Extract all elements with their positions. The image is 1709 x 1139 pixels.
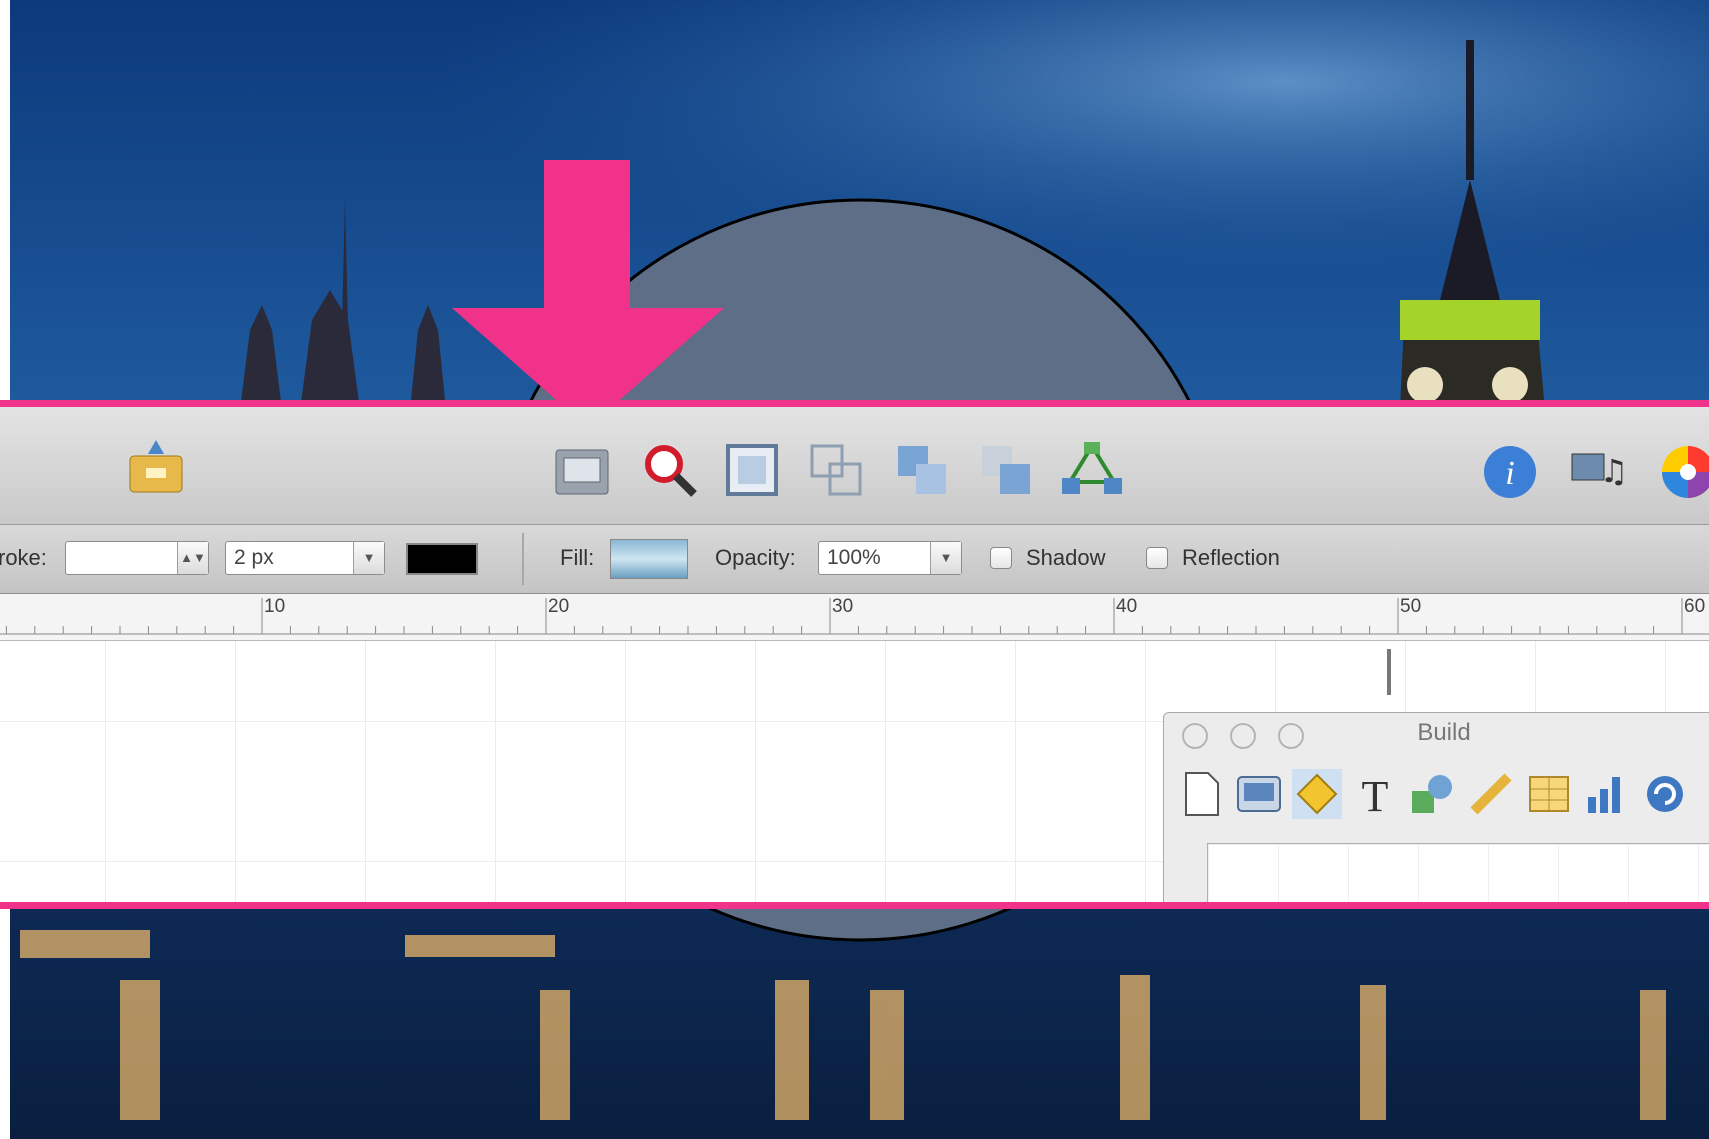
back-icon[interactable] xyxy=(976,440,1040,504)
ruler-ticks xyxy=(0,598,1709,635)
slide-view-icon[interactable] xyxy=(550,440,614,504)
horizontal-ruler: 10 20 30 40 50 60 xyxy=(0,594,1709,641)
opacity-value: 100% xyxy=(827,546,881,569)
refresh-icon[interactable] xyxy=(1640,769,1690,819)
slide-icon[interactable] xyxy=(1234,769,1284,819)
text-cursor xyxy=(1387,649,1391,695)
table-icon[interactable] xyxy=(1524,769,1574,819)
highlight-border-top xyxy=(0,400,1709,407)
pink-arrow-annotation xyxy=(452,160,724,428)
stroke-width-combo[interactable]: 2 px ▼ xyxy=(225,541,385,575)
build-preview-area[interactable] xyxy=(1207,843,1709,906)
bar-chart-icon[interactable] xyxy=(1582,769,1632,819)
chevron-down-icon[interactable]: ▼ xyxy=(930,542,961,574)
stroke-label: roke: xyxy=(0,545,47,570)
svg-text:T: T xyxy=(1362,772,1389,819)
text-T-icon[interactable]: T xyxy=(1350,769,1400,819)
divider xyxy=(522,533,524,585)
svg-text:i: i xyxy=(1505,455,1514,492)
ruler-tick-label: 50 xyxy=(1400,596,1422,617)
connection-icon[interactable] xyxy=(1060,438,1124,502)
shadow-checkbox[interactable] xyxy=(990,547,1012,569)
reflection-checkbox[interactable] xyxy=(1146,547,1168,569)
stepper-arrows-icon[interactable]: ▲▼ xyxy=(177,542,208,574)
stroke-color-well[interactable] xyxy=(406,543,478,575)
opacity-label: Opacity: xyxy=(715,545,796,570)
shape-diamond-icon[interactable] xyxy=(1292,769,1342,819)
fill-label: Fill: xyxy=(560,545,595,570)
shadow-label: Shadow xyxy=(1026,545,1106,570)
stroke-width-value: 2 px xyxy=(234,546,274,569)
build-title: Build xyxy=(1417,719,1471,746)
ruler-tick-label: 30 xyxy=(832,596,854,617)
ruler-tick-label: 40 xyxy=(1116,596,1138,617)
reflection-label: Reflection xyxy=(1182,545,1280,570)
color-wheel-icon[interactable] xyxy=(1656,440,1709,504)
shapes-icon[interactable] xyxy=(1408,769,1458,819)
pencil-icon[interactable] xyxy=(1466,769,1516,819)
opacity-combo[interactable]: 100% ▼ xyxy=(818,541,962,575)
chevron-down-icon[interactable]: ▼ xyxy=(353,542,384,574)
info-icon[interactable]: i xyxy=(1478,440,1542,504)
blank-document-icon[interactable] xyxy=(1176,769,1226,819)
crop-frame-icon[interactable] xyxy=(720,438,784,502)
ruler-tick-label: 10 xyxy=(264,596,286,617)
share-folder-icon[interactable] xyxy=(124,434,188,498)
build-inspector-window[interactable]: Build T xyxy=(1163,712,1709,906)
app-screenshot-strip: i ♫ roke: ▲▼ 2 px ▼ Fill: Opacity: 100% … xyxy=(0,404,1709,906)
front-icon[interactable] xyxy=(806,440,870,504)
fill-swatch[interactable] xyxy=(610,539,688,579)
zoom-tool-icon[interactable] xyxy=(638,438,702,502)
toolbar: i ♫ xyxy=(0,404,1709,525)
ruler-tick-label: 20 xyxy=(548,596,570,617)
media-icon[interactable]: ♫ xyxy=(1568,438,1632,502)
ruler-tick-label: 60 xyxy=(1684,596,1706,617)
highlight-border-bottom xyxy=(0,902,1709,909)
stroke-style-select[interactable]: ▲▼ xyxy=(65,541,209,575)
group-icon[interactable] xyxy=(892,440,956,504)
format-bar: roke: ▲▼ 2 px ▼ Fill: Opacity: 100% ▼ Sh… xyxy=(0,525,1709,594)
svg-text:♫: ♫ xyxy=(1600,452,1629,490)
